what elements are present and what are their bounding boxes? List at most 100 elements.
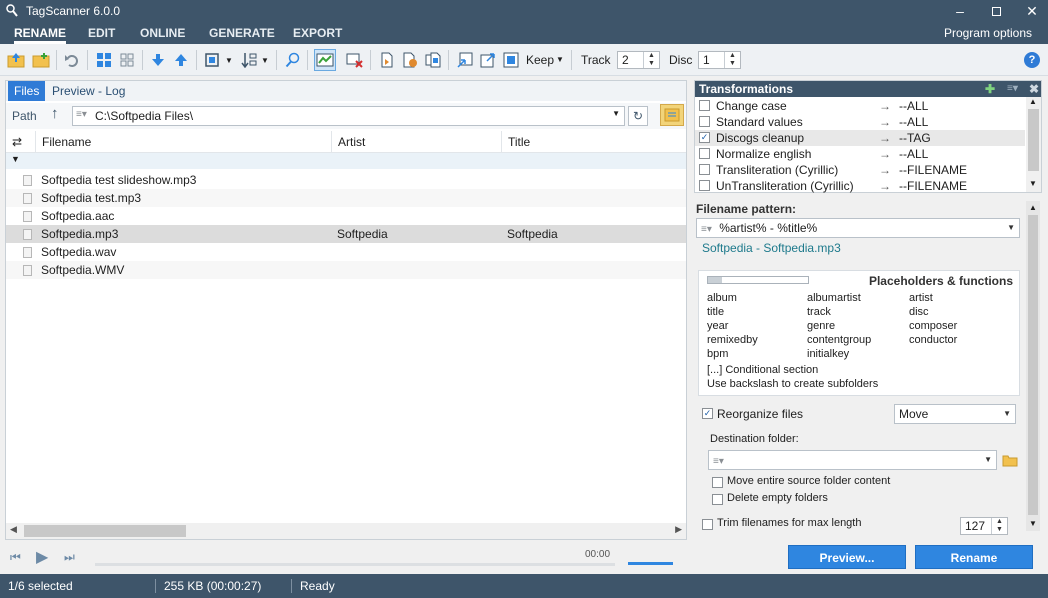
placeholder-item[interactable]: contentgroup (807, 334, 871, 346)
tab-files[interactable]: Files (8, 81, 46, 101)
minimize-button[interactable]: – (950, 2, 970, 20)
menu-icon[interactable]: ≡▾ (1007, 81, 1018, 97)
volume-slider[interactable] (628, 562, 673, 565)
destination-input[interactable]: ≡▾ ▼ (708, 450, 997, 470)
column-title[interactable]: Title (502, 131, 686, 153)
placeholder-item[interactable]: year (707, 320, 728, 332)
file-row[interactable]: Softpedia.wav (6, 243, 686, 261)
preview-button[interactable]: Preview... (788, 545, 906, 569)
select-dropdown[interactable]: ▼ (224, 50, 234, 70)
scroll-thumb[interactable] (24, 525, 186, 537)
placeholder-item[interactable]: album (707, 292, 737, 304)
undo-button[interactable] (62, 50, 82, 70)
placeholder-item[interactable]: conductor (909, 334, 957, 346)
scroll-thumb[interactable] (1028, 215, 1038, 515)
preview-changes-button[interactable] (314, 49, 336, 71)
chevron-down-icon[interactable]: ▼ (556, 55, 564, 64)
trim-checkbox[interactable] (702, 519, 713, 530)
delete-empty-checkbox[interactable] (712, 494, 723, 505)
program-options-link[interactable]: Program options (944, 26, 1032, 40)
settings-scrollbar[interactable]: ▲ ▼ (1026, 201, 1040, 531)
transformation-row[interactable]: Transliteration (Cyrillic) → --FILENAME (695, 162, 1025, 178)
sort-button[interactable] (239, 50, 259, 70)
select-button[interactable] (203, 50, 223, 70)
up-arrow-icon[interactable]: ↑ (51, 105, 59, 122)
history-menu-icon[interactable]: ≡▾ (713, 456, 724, 467)
maximize-button[interactable] (986, 2, 1006, 20)
tab-generate[interactable]: GENERATE (209, 22, 275, 44)
column-filename[interactable]: Filename (36, 131, 332, 153)
placeholder-item[interactable]: artist (909, 292, 933, 304)
play-icon[interactable]: ▶ (36, 547, 48, 567)
trim-length-stepper[interactable]: 127 ▲ ▼ (960, 517, 1008, 535)
file-row[interactable]: Softpedia.aac (6, 207, 686, 225)
spin-arrows-icon[interactable]: ▲ ▼ (991, 518, 1007, 534)
transformations-scrollbar[interactable]: ▲ ▼ (1026, 97, 1041, 192)
tab-export[interactable]: EXPORT (293, 22, 342, 44)
browse-folder-icon[interactable] (1002, 453, 1018, 467)
transformation-checkbox[interactable] (699, 148, 710, 159)
export-button[interactable] (478, 50, 498, 70)
collapse-icon[interactable]: ▼ (11, 154, 20, 164)
refresh-icon[interactable]: ↻ (628, 106, 648, 126)
tab-edit[interactable]: EDIT (88, 22, 115, 44)
scroll-down-icon[interactable]: ▼ (1029, 179, 1037, 188)
disc-stepper[interactable]: 1 ▲ ▼ (698, 51, 741, 69)
chevron-down-icon[interactable]: ▼ (984, 451, 992, 469)
view-large-button[interactable] (94, 50, 114, 70)
history-menu-icon[interactable]: ≡▾ (76, 109, 87, 120)
transformation-checkbox[interactable]: ✓ (699, 132, 710, 143)
search-button[interactable] (283, 50, 303, 70)
move-source-checkbox[interactable] (712, 477, 723, 488)
placeholder-item[interactable]: remixedby (707, 334, 758, 346)
pattern-input[interactable]: ≡▾ %artist% - %title% ▼ (696, 218, 1020, 238)
doc-action-1-button[interactable] (377, 50, 397, 70)
placeholder-item[interactable]: title (707, 306, 724, 318)
transformation-row[interactable]: Standard values → --ALL (695, 114, 1025, 130)
track-stepper[interactable]: 2 ▲ ▼ (617, 51, 660, 69)
file-row[interactable]: Softpedia.mp3 Softpedia Softpedia (6, 225, 686, 243)
scroll-down-icon[interactable]: ▼ (1029, 519, 1037, 528)
doc-action-3-button[interactable] (423, 50, 443, 70)
column-artist[interactable]: Artist (332, 131, 502, 153)
group-row[interactable]: ▼ (6, 153, 686, 169)
import-button[interactable] (455, 50, 475, 70)
seek-bar[interactable] (95, 563, 615, 566)
add-icon[interactable]: ✚ (985, 81, 995, 97)
horizontal-scrollbar[interactable]: ◀ ▶ (6, 523, 686, 539)
scroll-up-icon[interactable]: ▲ (1029, 203, 1037, 212)
transformation-checkbox[interactable] (699, 180, 710, 191)
tab-preview-log[interactable]: Preview - Log (46, 81, 131, 101)
history-menu-icon[interactable]: ≡▾ (701, 224, 712, 235)
scroll-right-icon[interactable]: ▶ (675, 524, 682, 535)
spin-arrows-icon[interactable]: ▲ ▼ (643, 52, 659, 68)
chevron-down-icon[interactable]: ▼ (1007, 219, 1015, 237)
placeholder-item[interactable]: genre (807, 320, 835, 332)
open-folder-button[interactable] (6, 50, 26, 70)
keep-icon-button[interactable] (501, 50, 521, 70)
reorganize-mode-select[interactable]: Move ▼ (894, 404, 1016, 424)
scroll-thumb[interactable] (1028, 109, 1039, 171)
placeholders-filter[interactable] (707, 276, 809, 284)
transformation-row[interactable]: Normalize english → --ALL (695, 146, 1025, 162)
close-button[interactable]: ✕ (1022, 2, 1042, 20)
tab-rename[interactable]: RENAME (14, 22, 67, 44)
scroll-up-icon[interactable]: ▲ (1029, 97, 1037, 106)
chevron-down-icon[interactable]: ▼ (1003, 405, 1011, 423)
view-small-button[interactable] (117, 50, 137, 70)
placeholder-item[interactable]: composer (909, 320, 957, 332)
next-icon[interactable]: ⏭ (64, 550, 75, 565)
keep-dropdown[interactable]: Keep (526, 53, 554, 67)
transformation-row[interactable]: ✓ Discogs cleanup → --TAG (695, 130, 1025, 146)
remove-button[interactable] (345, 50, 365, 70)
transformation-row[interactable]: Change case → --ALL (695, 98, 1025, 114)
transformation-row[interactable]: UnTransliteration (Cyrillic) → --FILENAME (695, 178, 1025, 194)
reorganize-checkbox[interactable]: ✓ (702, 408, 713, 419)
transformation-checkbox[interactable] (699, 116, 710, 127)
help-icon[interactable]: ? (1024, 52, 1040, 68)
placeholder-item[interactable]: track (807, 306, 831, 318)
placeholder-item[interactable]: disc (909, 306, 929, 318)
spin-arrows-icon[interactable]: ▲ ▼ (724, 52, 740, 68)
transformation-checkbox[interactable] (699, 100, 710, 111)
add-folder-button[interactable] (31, 50, 51, 70)
